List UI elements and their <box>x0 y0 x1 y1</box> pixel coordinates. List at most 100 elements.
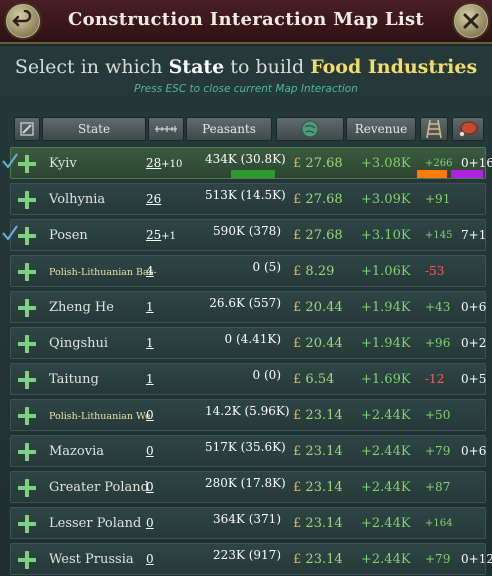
state-name[interactable]: Greater Poland <box>49 480 149 495</box>
building-count[interactable]: 0 <box>146 444 154 458</box>
goods-delta: 0+2 <box>461 336 487 350</box>
state-name[interactable]: Lesser Poland <box>49 516 141 531</box>
profit-value: £ 23.14 <box>293 552 343 567</box>
infrastructure-delta: +96 <box>425 336 451 350</box>
state-name[interactable]: Kyiv <box>49 156 77 171</box>
profit-amount: 20.44 <box>305 336 343 351</box>
profit-amount: 23.14 <box>305 552 343 567</box>
building-count-value: 25 <box>146 228 162 242</box>
profit-amount: 8.29 <box>305 264 335 279</box>
state-name[interactable]: West Prussia <box>49 552 134 567</box>
header-goods[interactable] <box>452 117 484 141</box>
state-name[interactable]: Mazovia <box>49 444 104 459</box>
header-profit[interactable] <box>276 117 344 141</box>
state-name[interactable]: Zheng He <box>49 300 114 315</box>
pound-symbol: £ <box>293 336 302 351</box>
window-title: Construction Interaction Map List <box>67 9 425 30</box>
infrastructure-delta: +266 <box>425 158 453 169</box>
building-count[interactable]: 4 <box>146 264 154 278</box>
building-count[interactable]: 0 <box>146 516 154 530</box>
state-row[interactable]: Posen 25+1 590K (378) £ 27.68 +3.10K +145 7+1 <box>2 219 486 251</box>
profit-amount: 20.44 <box>305 300 343 315</box>
revenue-value: +3.08K <box>361 156 411 171</box>
state-row[interactable]: Zheng He 1 26.6K (557) £ 20.44 +1.94K +43 0+6 <box>10 291 486 323</box>
state-name[interactable]: Posen <box>49 228 88 243</box>
header-revenue[interactable]: Revenue <box>346 117 416 141</box>
meat-icon <box>459 121 478 137</box>
build-plus-icon[interactable] <box>17 370 37 390</box>
build-plus-icon[interactable] <box>17 298 37 318</box>
building-count-value: 26 <box>146 192 162 206</box>
state-name[interactable]: Polish-Lithuanian Bas- <box>49 267 157 278</box>
back-button[interactable] <box>4 2 42 40</box>
building-count[interactable]: 0 <box>146 480 154 494</box>
peasant-population: 0 (4.41K) <box>224 332 282 346</box>
sort-toggle-button[interactable] <box>14 117 40 141</box>
build-plus-icon[interactable] <box>17 154 37 174</box>
state-row[interactable]: Mazovia 0 517K (35.6K) £ 23.14 +2.44K +79 0+6 <box>10 435 486 467</box>
infrastructure-delta: +50 <box>425 408 451 422</box>
building-count[interactable]: 0 <box>146 552 154 566</box>
building-count[interactable]: 1 <box>146 372 154 386</box>
peasant-population: 434K (30.8K) <box>205 152 286 166</box>
revenue-value: +2.44K <box>361 480 411 495</box>
profit-amount: 23.14 <box>305 444 343 459</box>
building-name: Food Industries <box>310 56 478 78</box>
build-plus-icon[interactable] <box>17 478 37 498</box>
state-row[interactable]: Qingshui 1 0 (4.41K) £ 20.44 +1.94K +96 0+2 <box>10 327 486 359</box>
revenue-value: +1.06K <box>361 264 411 279</box>
instruction-prefix: Select in which <box>14 56 169 78</box>
building-count-value: 4 <box>146 264 154 278</box>
infrastructure-delta: -12 <box>425 372 445 386</box>
instruction-middle: to build <box>224 56 311 78</box>
build-plus-icon[interactable] <box>17 190 37 210</box>
profit-amount: 23.14 <box>305 480 343 495</box>
state-row[interactable]: Volhynia 26 513K (14.5K) £ 27.68 +3.09K +91 <box>10 183 486 215</box>
building-count[interactable]: 26 <box>146 192 161 206</box>
revenue-value: +1.69K <box>361 372 411 387</box>
state-row[interactable]: Taitung 1 0 (0) £ 6.54 +1.69K -12 0+5 <box>10 363 486 395</box>
state-row[interactable]: Lesser Poland 0 364K (371) £ 23.14 +2.44K +16… <box>10 507 486 539</box>
building-count-value: 0 <box>146 516 154 530</box>
profit-value: £ 20.44 <box>293 300 343 315</box>
state-row[interactable]: Polish-Lithuanian We 0 14.2K (5.96K) £ 23.1… <box>10 399 486 431</box>
profit-value: £ 23.14 <box>293 408 343 423</box>
revenue-value: +3.10K <box>361 228 411 243</box>
building-count[interactable]: 28+10 <box>146 156 182 170</box>
build-plus-icon[interactable] <box>17 226 37 246</box>
building-count-queued: +10 <box>161 159 183 170</box>
instruction-state-word: State <box>168 56 225 78</box>
header-state[interactable]: State <box>42 117 146 141</box>
peasant-population: 14.2K (5.96K) <box>205 404 290 418</box>
building-count[interactable]: 1 <box>146 300 154 314</box>
goods-delta: 0+16 <box>461 156 492 170</box>
building-count-queued: +1 <box>161 231 177 242</box>
state-name[interactable]: Qingshui <box>49 336 108 351</box>
building-count[interactable]: 0 <box>146 408 154 422</box>
state-name[interactable]: Taitung <box>49 372 99 387</box>
building-count-value: 28 <box>146 156 162 170</box>
build-plus-icon[interactable] <box>17 550 37 570</box>
profit-amount: 23.14 <box>305 408 343 423</box>
state-row[interactable]: West Prussia 0 223K (917) £ 23.14 +2.44K +79 0… <box>10 543 492 575</box>
building-count[interactable]: 25+1 <box>146 228 176 242</box>
building-count-value: 1 <box>146 372 154 386</box>
build-plus-icon[interactable] <box>17 514 37 534</box>
close-button[interactable] <box>452 2 490 40</box>
revenue-value: +2.44K <box>361 408 411 423</box>
state-row[interactable]: Greater Poland 0 280K (17.8K) £ 23.14 +2.44K… <box>10 471 486 503</box>
state-row[interactable]: Kyiv 28+10 434K (30.8K) £ 27.68 +3.08K +266 0+… <box>2 147 492 179</box>
peasant-population: 280K (17.8K) <box>205 476 286 490</box>
state-name[interactable]: Polish-Lithuanian We <box>49 411 151 422</box>
header-infrastructure[interactable] <box>420 117 448 141</box>
goods-delta: 0+6 <box>461 300 487 314</box>
state-row[interactable]: Polish-Lithuanian Bas- 4 0 (5) £ 8.29 +1.06K… <box>10 255 486 287</box>
header-buildings[interactable] <box>148 117 184 141</box>
building-count[interactable]: 1 <box>146 336 154 350</box>
header-peasants[interactable]: Peasants <box>186 117 272 141</box>
build-plus-icon[interactable] <box>17 442 37 462</box>
state-name[interactable]: Volhynia <box>49 192 105 207</box>
build-plus-icon[interactable] <box>17 262 37 282</box>
build-plus-icon[interactable] <box>17 406 37 426</box>
build-plus-icon[interactable] <box>17 334 37 354</box>
